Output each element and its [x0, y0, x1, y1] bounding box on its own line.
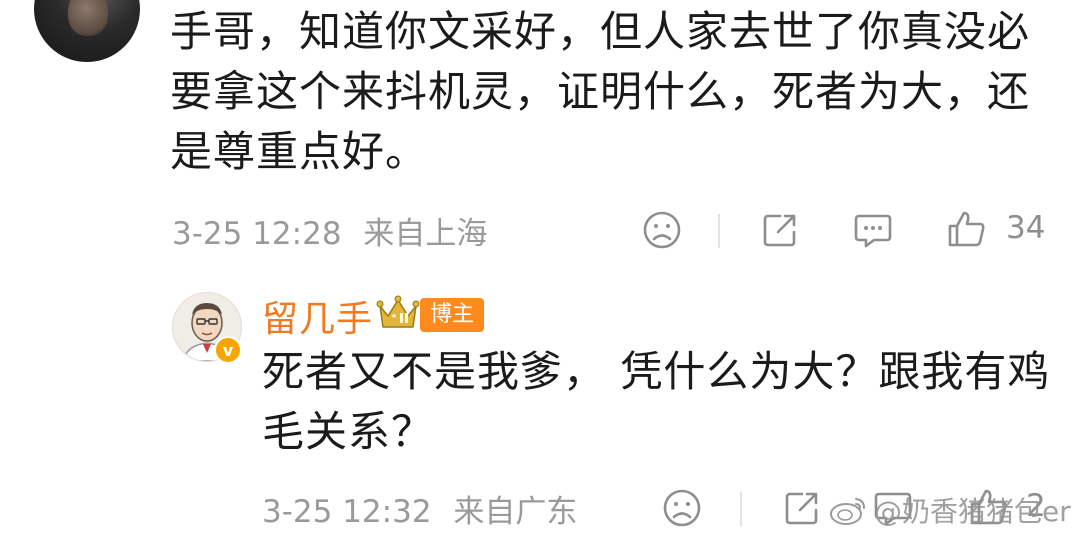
like-count: 34	[1006, 210, 1046, 246]
share-icon[interactable]	[760, 210, 800, 250]
reply-location: 来自广东	[453, 494, 578, 530]
comment-meta: 3-25 12:28 来自上海	[172, 208, 487, 253]
sad-face-icon[interactable]	[642, 210, 682, 250]
reply-meta: 3-25 12:32 来自广东	[262, 486, 577, 531]
verified-v-icon: v	[214, 336, 242, 364]
reply-time: 3-25 12:32	[262, 494, 432, 530]
crown-icon	[376, 295, 420, 328]
comment-time: 3-25 12:28	[172, 216, 342, 252]
comment-location: 来自上海	[363, 216, 488, 252]
comment-text: 手哥，知道你文采好，但人家去世了你真没必要拿这个来抖机灵，证明什么，死者为大，还…	[170, 7, 1031, 176]
watermark-text: @奶香猪猪包er	[874, 495, 1071, 528]
action-divider	[718, 214, 720, 248]
thumbs-up-icon[interactable]	[946, 208, 988, 250]
sad-face-icon[interactable]	[662, 488, 702, 528]
action-divider	[740, 492, 742, 526]
reply-username[interactable]: 留几手	[262, 290, 373, 342]
watermark: @奶香猪猪包er	[828, 490, 1071, 530]
reply-text: 死者又不是我爹， 凭什么为大？跟我有鸡毛关系？	[262, 347, 1051, 456]
commenter-avatar[interactable]	[34, 0, 140, 62]
host-badge: 博主	[420, 298, 485, 332]
share-icon[interactable]	[782, 488, 822, 528]
weibo-logo-icon	[830, 498, 865, 525]
comment-icon[interactable]	[852, 210, 894, 250]
